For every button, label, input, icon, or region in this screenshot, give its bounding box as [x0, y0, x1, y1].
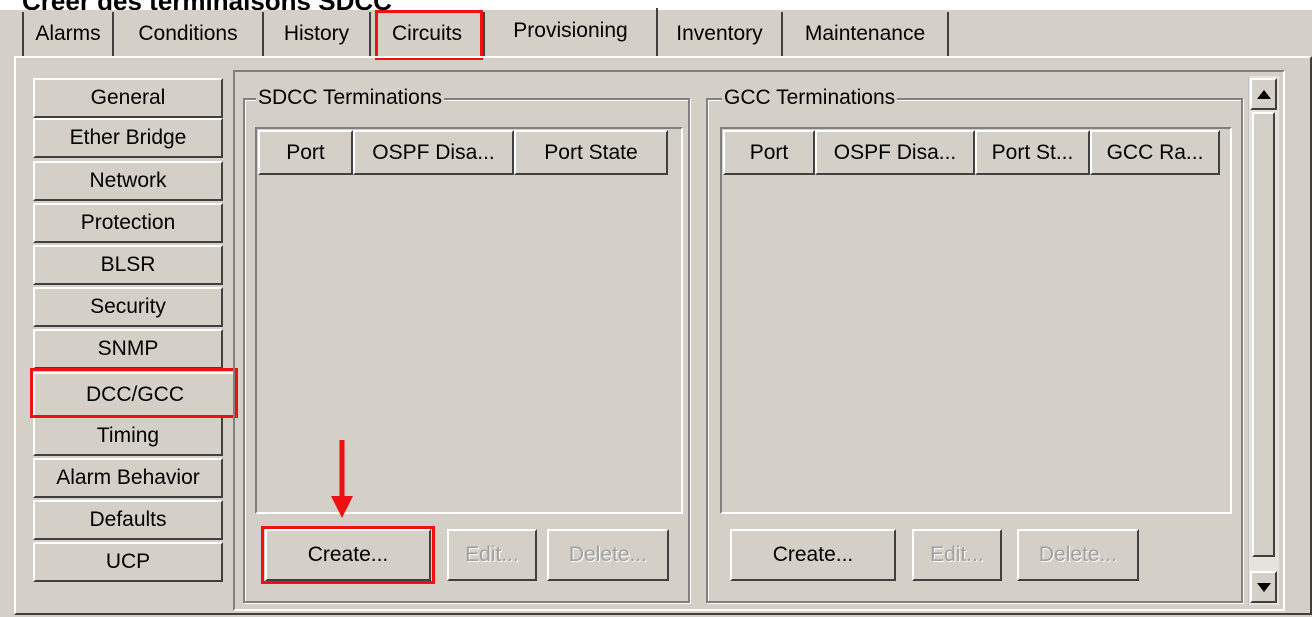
sdcc-table[interactable]	[255, 127, 683, 514]
sdcc-delete-button[interactable]: Delete...	[547, 529, 669, 581]
sidebar-item-general[interactable]: General	[33, 78, 223, 118]
sdcc-group-title: SDCC Terminations	[256, 86, 445, 110]
scrollbar-thumb[interactable]	[1252, 112, 1275, 557]
sdcc-col-port-state[interactable]: Port State	[514, 130, 668, 175]
sdcc-col-port[interactable]: Port	[258, 130, 353, 175]
sidebar-item-snmp[interactable]: SNMP	[33, 329, 223, 369]
circuits-highlight-box	[375, 10, 483, 60]
tab-inventory[interactable]: Inventory	[658, 12, 783, 56]
create-highlight-box	[261, 526, 435, 584]
sdcc-col-ospf-disable[interactable]: OSPF Disa...	[353, 130, 514, 175]
sidebar-item-network[interactable]: Network	[33, 161, 223, 201]
sidebar-item-ucp[interactable]: UCP	[33, 542, 223, 582]
gcc-group-title: GCC Terminations	[722, 86, 898, 110]
tab-history[interactable]: History	[264, 12, 371, 56]
gcc-col-ospf-disable[interactable]: OSPF Disa...	[815, 130, 975, 175]
gcc-table[interactable]	[720, 127, 1232, 514]
tab-conditions[interactable]: Conditions	[114, 12, 264, 56]
gcc-col-gcc-rate[interactable]: GCC Ra...	[1090, 130, 1220, 175]
gcc-col-port-state[interactable]: Port St...	[975, 130, 1090, 175]
scroll-up-arrow-icon[interactable]	[1250, 78, 1277, 110]
scroll-down-arrow-icon[interactable]	[1250, 571, 1277, 603]
tab-provisioning[interactable]: Provisioning	[485, 8, 658, 58]
gcc-delete-button[interactable]: Delete...	[1017, 529, 1139, 581]
sidebar-item-security[interactable]: Security	[33, 287, 223, 327]
sdcc-edit-button[interactable]: Edit...	[447, 529, 537, 581]
gcc-edit-button[interactable]: Edit...	[912, 529, 1002, 581]
gcc-create-button[interactable]: Create...	[730, 529, 896, 581]
sidebar-item-protection[interactable]: Protection	[33, 203, 223, 243]
sidebar-item-defaults[interactable]: Defaults	[33, 500, 223, 540]
sidebar-item-ether-bridge[interactable]: Ether Bridge	[33, 118, 223, 158]
sidebar-item-alarm-behavior[interactable]: Alarm Behavior	[33, 458, 223, 498]
sidebar-item-blsr[interactable]: BLSR	[33, 245, 223, 285]
dcc-gcc-highlight-box	[30, 368, 238, 418]
gcc-col-port[interactable]: Port	[723, 130, 815, 175]
red-down-arrow-icon	[331, 440, 353, 518]
tab-alarms[interactable]: Alarms	[22, 12, 114, 56]
tab-maintenance[interactable]: Maintenance	[783, 12, 949, 56]
sidebar-item-timing[interactable]: Timing	[33, 416, 223, 456]
